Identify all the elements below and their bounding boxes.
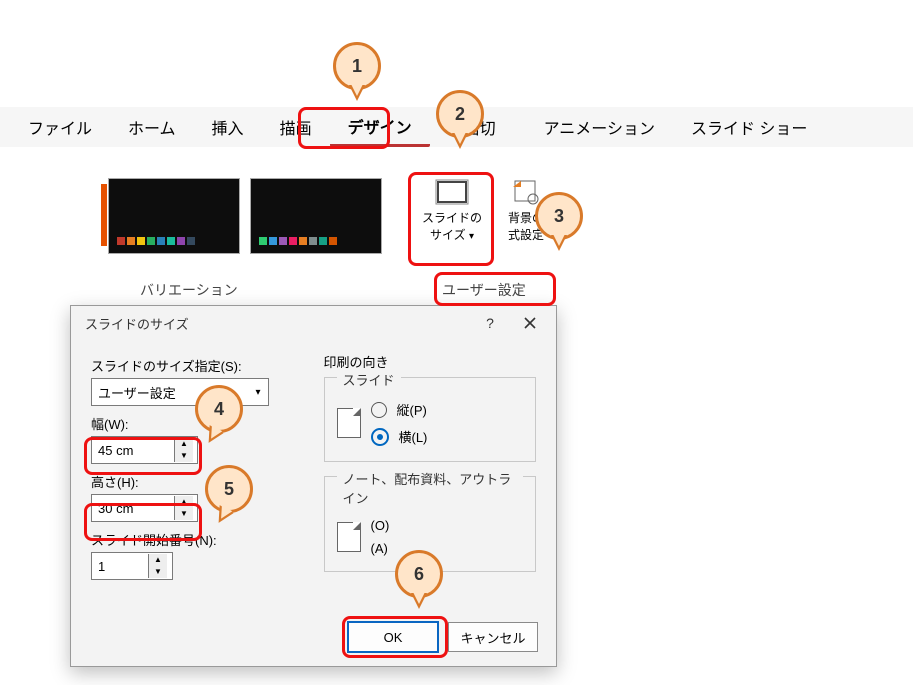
ok-button[interactable]: OK	[348, 622, 438, 652]
tab-draw[interactable]: 描画	[262, 109, 330, 145]
close-icon	[524, 317, 536, 329]
start-number-input[interactable]	[92, 554, 148, 578]
width-up[interactable]: ▲	[175, 438, 193, 450]
start-up[interactable]: ▲	[149, 554, 167, 566]
size-spec-label: スライドのサイズ指定(S):	[91, 356, 304, 375]
width-spinner[interactable]: ▲▼	[91, 436, 198, 464]
portrait-page-icon	[337, 522, 361, 552]
height-label: 高さ(H):	[91, 472, 304, 491]
dialog-left-column: スライドのサイズ指定(S): ユーザー設定▾ 幅(W): ▲▼ 高さ(H): ▲…	[91, 348, 304, 580]
callout-1: 1	[333, 42, 381, 90]
dialog-titlebar: スライドのサイズ ?	[71, 306, 556, 340]
start-number-spinner[interactable]: ▲▼	[91, 552, 173, 580]
size-spec-value: ユーザー設定	[98, 383, 176, 402]
tab-slideshow[interactable]: スライド ショー	[673, 109, 825, 145]
start-number-label: スライド開始番号(N):	[91, 530, 304, 549]
slide-size-label-2: サイズ	[430, 228, 466, 242]
start-down[interactable]: ▼	[149, 566, 167, 578]
notes-portrait-radio[interactable]: (O)	[371, 518, 390, 533]
height-spinner[interactable]: ▲▼	[91, 494, 198, 522]
tab-home[interactable]: ホーム	[110, 109, 194, 145]
variant-thumb[interactable]	[250, 178, 382, 254]
portrait-page-icon	[337, 408, 361, 438]
help-button[interactable]: ?	[470, 308, 510, 338]
slide-size-icon	[435, 179, 469, 205]
variants-label: バリエーション	[140, 280, 238, 300]
group-slide-title: スライド	[337, 370, 401, 389]
tab-design[interactable]: デザイン	[330, 108, 430, 147]
variant-thumb[interactable]	[108, 178, 240, 254]
tab-insert[interactable]: 挿入	[194, 109, 262, 145]
callout-2: 2	[436, 90, 484, 138]
size-spec-select[interactable]: ユーザー設定 ▾	[91, 378, 269, 406]
dialog-buttons: OK キャンセル	[348, 622, 538, 652]
dialog-right-column: 印刷の向き スライド 縦(P) 横(L) ノート、配布資料、アウトライン	[324, 348, 537, 580]
height-down[interactable]: ▼	[175, 508, 193, 520]
tab-file[interactable]: ファイル	[10, 109, 110, 145]
slide-size-button[interactable]: スライドの サイズ ▾	[415, 175, 489, 259]
slide-portrait-radio[interactable]: 縦(P)	[371, 400, 428, 419]
user-setting-label[interactable]: ユーザー設定	[442, 280, 526, 300]
chevron-down-icon: ▾	[469, 231, 474, 242]
callout-4: 4	[195, 385, 243, 433]
dialog-title: スライドのサイズ	[85, 314, 189, 333]
ribbon-design-body: バリエーション スライドの サイズ ▾ 背景の 式設定 ユーザー設定	[50, 170, 570, 300]
height-up[interactable]: ▲	[175, 496, 193, 508]
close-button[interactable]	[510, 308, 550, 338]
chevron-down-icon: ▾	[248, 387, 268, 398]
callout-5: 5	[205, 465, 253, 513]
theme-variants	[108, 178, 382, 254]
tab-animations[interactable]: アニメーション	[514, 109, 673, 145]
callout-3: 3	[535, 192, 583, 240]
slide-size-dialog: スライドのサイズ ? スライドのサイズ指定(S): ユーザー設定▾ 幅(W): …	[70, 305, 557, 667]
width-input[interactable]	[92, 438, 174, 462]
group-notes-title: ノート、配布資料、アウトライン	[337, 469, 524, 507]
slide-size-label-1: スライドの	[422, 209, 482, 226]
cancel-button[interactable]: キャンセル	[448, 622, 538, 652]
group-slide-orientation: スライド 縦(P) 横(L)	[324, 377, 537, 462]
height-input[interactable]	[92, 496, 174, 520]
notes-landscape-radio[interactable]: (A)	[371, 541, 390, 556]
callout-6: 6	[395, 550, 443, 598]
width-down[interactable]: ▼	[175, 450, 193, 462]
slide-landscape-radio[interactable]: 横(L)	[371, 427, 428, 446]
background-icon	[509, 179, 543, 205]
orientation-title: 印刷の向き	[324, 352, 537, 371]
